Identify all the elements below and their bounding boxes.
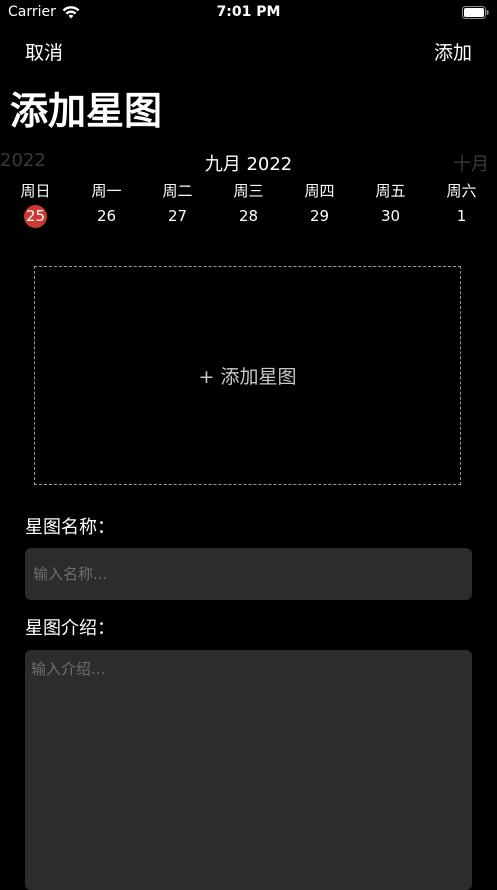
calendar-day[interactable]: 1	[426, 205, 497, 228]
weekday-label: 周三	[233, 182, 264, 200]
calendar-day-selected[interactable]: 25	[24, 205, 47, 228]
name-label: 星图名称：	[25, 517, 115, 538]
calendar-week-row: 25 26 27 28 29 30 1	[0, 205, 497, 228]
calendar-day[interactable]: 28	[213, 205, 284, 228]
calendar-day-number[interactable]: 27	[166, 205, 189, 228]
status-time: 7:01 PM	[216, 4, 281, 20]
calendar-day-number[interactable]: 26	[95, 205, 118, 228]
calendar-day-number[interactable]: 29	[308, 205, 331, 228]
battery-icon	[462, 6, 489, 19]
calendar-current-month: 九月 2022	[204, 154, 293, 175]
cancel-button[interactable]: 取消	[25, 38, 63, 65]
weekday-label: 周一	[91, 182, 122, 200]
calendar-day-number[interactable]: 1	[450, 205, 473, 228]
calendar-day-number[interactable]: 30	[379, 205, 402, 228]
calendar-day-number[interactable]: 28	[237, 205, 260, 228]
weekday-label: 周日	[20, 182, 51, 200]
weekday-label: 周四	[304, 182, 335, 200]
calendar-day[interactable]: 29	[284, 205, 355, 228]
calendar-day[interactable]: 26	[71, 205, 142, 228]
calendar-day[interactable]: 27	[142, 205, 213, 228]
calendar-next-month[interactable]: 十月	[453, 150, 489, 176]
name-input[interactable]	[25, 548, 472, 600]
weekday-label: 周五	[375, 182, 406, 200]
calendar-day[interactable]: 30	[355, 205, 426, 228]
calendar-day[interactable]: 25	[0, 205, 71, 228]
description-label: 星图介绍：	[25, 618, 115, 639]
status-bar: Carrier 7:01 PM	[0, 0, 497, 26]
weekday-header: 周日 周一 周二 周三 周四 周五 周六	[0, 180, 497, 201]
page-title: 添加星图	[10, 89, 163, 133]
add-button[interactable]: 添加	[434, 38, 472, 65]
description-input[interactable]	[25, 650, 472, 890]
add-star-map-upload-area[interactable]: + 添加星图	[34, 266, 461, 485]
weekday-label: 周二	[162, 182, 193, 200]
weekday-label: 周六	[446, 182, 477, 200]
upload-label: + 添加星图	[198, 366, 297, 388]
